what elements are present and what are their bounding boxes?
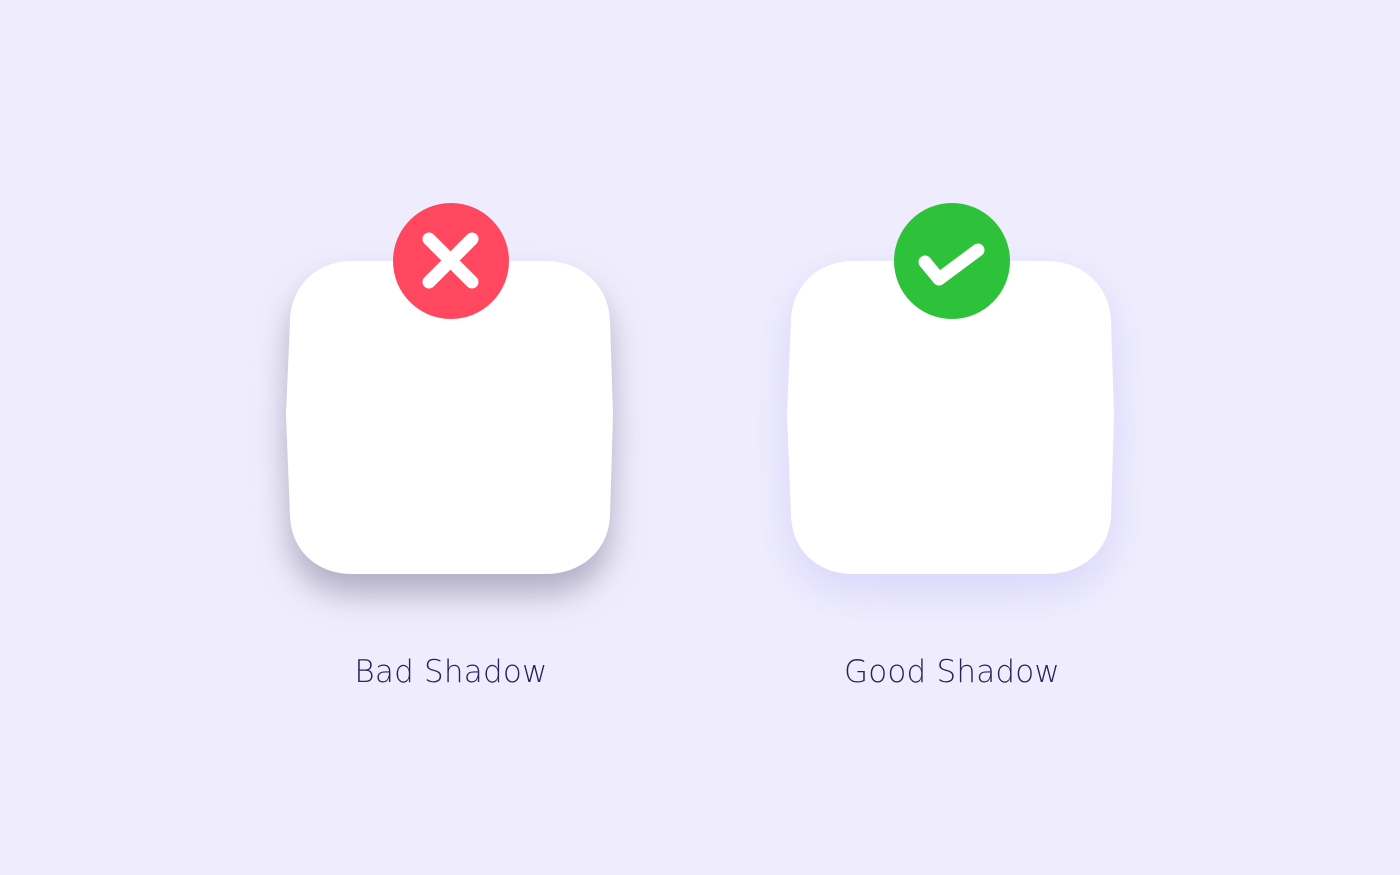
error-badge: [393, 203, 509, 319]
success-badge: [894, 203, 1010, 319]
bad-shadow-example: Bad Shadow: [281, 0, 621, 875]
good-shadow-label: Good Shadow: [843, 654, 1060, 690]
good-shadow-example: Good Shadow: [782, 0, 1122, 875]
comparison-illustration: { "examples": [ { "id": "bad", "label": …: [0, 0, 1400, 875]
bad-shadow-label: Bad Shadow: [354, 654, 548, 690]
